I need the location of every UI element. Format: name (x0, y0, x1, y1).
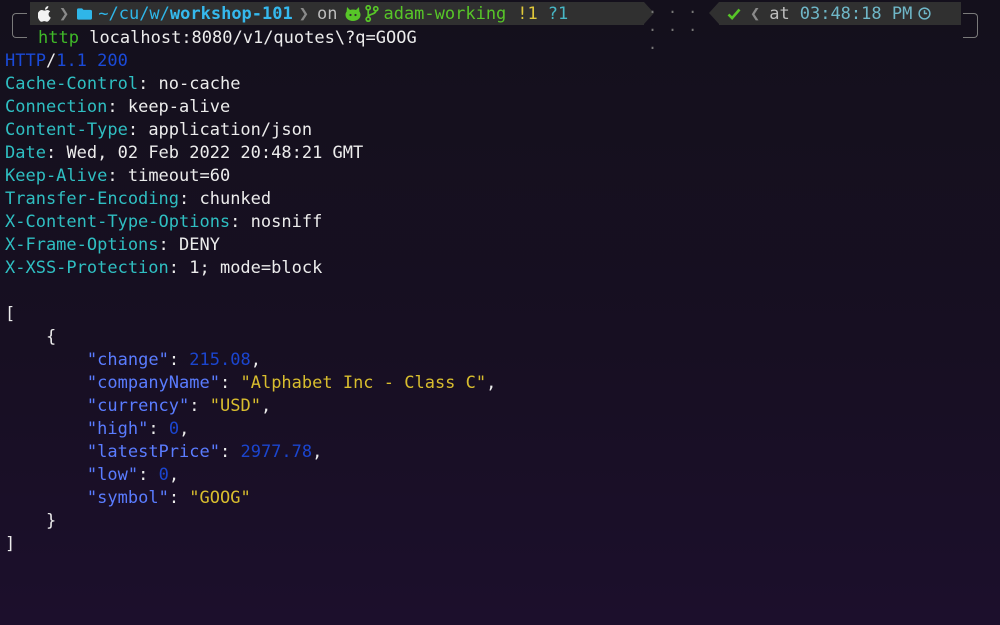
git-branch-icon (365, 5, 380, 22)
folder-icon (77, 7, 93, 20)
json-value: 0 (158, 465, 169, 485)
header-line: Transfer-Encoding: chunked (5, 189, 272, 209)
header-value: Wed, 02 Feb 2022 20:48:21 GMT (66, 143, 364, 163)
header-line: Date: Wed, 02 Feb 2022 20:48:21 GMT (5, 143, 364, 163)
header-key: Date (5, 143, 46, 163)
header-value: nosniff (250, 212, 323, 232)
prompt-separator: ❮ (750, 3, 761, 24)
json-array-close: ] (5, 534, 16, 554)
json-field: "latestPrice": 2977.78, (86, 442, 323, 462)
json-field: "companyName": "Alphabet Inc - Class C", (86, 373, 497, 393)
json-key: low (97, 465, 128, 485)
header-value: chunked (199, 189, 272, 209)
json-value: 215.08 (189, 350, 251, 370)
prompt-at-label: at (769, 3, 790, 24)
json-value: 0 (168, 419, 180, 439)
header-value: no-cache (158, 74, 241, 94)
json-key: symbol (97, 488, 159, 508)
status-line: HTTP/1.1 200 (5, 51, 128, 71)
json-key: currency (97, 396, 180, 416)
status-code: 200 (97, 51, 128, 71)
prompt-separator: ❯ (59, 3, 70, 24)
header-key: X-Frame-Options (5, 235, 159, 255)
json-array-open: [ (5, 304, 16, 324)
shell-prompt: ❯ ~/cu/w/workshop-101 ❯ on adam-working … (0, 0, 1000, 57)
git-branch-name: adam-working (383, 3, 507, 24)
header-value: timeout=60 (127, 166, 231, 186)
header-line: Connection: keep-alive (5, 97, 231, 117)
json-key: high (97, 419, 139, 439)
header-line: X-XSS-Protection: 1; mode=block (5, 258, 323, 278)
header-key: X-XSS-Protection (5, 258, 169, 278)
check-icon (727, 8, 741, 20)
json-object-open: { (5, 327, 57, 347)
header-line: X-Content-Type-Options: nosniff (5, 212, 323, 232)
json-object-close: } (5, 511, 57, 531)
command-line: http localhost:8080/v1/quotes\?q=GOOG (5, 27, 1000, 50)
github-icon (345, 6, 361, 21)
prompt-path: ~/cu/w/ (98, 3, 170, 24)
header-key: X-Content-Type-Options (5, 212, 231, 232)
header-line: Keep-Alive: timeout=60 (5, 166, 231, 186)
header-key: Cache-Control (5, 74, 139, 94)
json-field: "symbol": "GOOG" (86, 488, 251, 508)
status-version: 1.1 (56, 51, 87, 71)
json-value: GOOG (199, 488, 241, 508)
json-key: companyName (97, 373, 210, 393)
status-protocol: HTTP (5, 51, 46, 71)
prompt-on-label: on (316, 3, 338, 24)
git-modified-count: !1 (517, 3, 538, 24)
json-key: latestPrice (97, 442, 210, 462)
prompt-frame-right (963, 13, 978, 28)
clock-icon (918, 7, 931, 20)
prompt-right-segment: ❮ at 03:48:18 PM (709, 2, 961, 25)
header-line: X-Frame-Options: DENY (5, 235, 220, 255)
header-key: Keep-Alive (5, 166, 108, 186)
command-args: localhost:8080/v1/quotes\?q=GOOG (89, 28, 417, 48)
header-value: 1; mode=block (189, 258, 323, 278)
json-field: "low": 0, (86, 465, 180, 485)
header-value: keep-alive (127, 97, 231, 117)
json-value: Alphabet Inc - Class C (250, 373, 476, 393)
json-field: "change": 215.08, (86, 350, 261, 370)
prompt-left-segment: ❯ ~/cu/w/workshop-101 ❯ on adam-working … (30, 2, 654, 25)
json-value: 2977.78 (240, 442, 313, 462)
prompt-dir: workshop-101 (169, 3, 293, 24)
header-key: Content-Type (5, 120, 128, 140)
command-program: http (38, 28, 79, 48)
prompt-frame-left (12, 13, 27, 28)
header-value: application/json (148, 120, 313, 140)
header-value: DENY (179, 235, 220, 255)
prompt-separator: ❯ (298, 3, 309, 24)
header-line: Content-Type: application/json (5, 120, 313, 140)
header-key: Connection (5, 97, 108, 117)
json-field: "high": 0, (86, 419, 190, 439)
prompt-time: 03:48:18 PM (799, 3, 913, 24)
json-field: "currency": "USD", (86, 396, 272, 416)
json-value: USD (220, 396, 251, 416)
apple-icon (38, 5, 51, 22)
terminal-output: http localhost:8080/v1/quotes\?q=GOOG HT… (5, 27, 1000, 556)
header-line: Cache-Control: no-cache (5, 74, 241, 94)
header-key: Transfer-Encoding (5, 189, 179, 209)
json-key: change (97, 350, 159, 370)
git-untracked-count: ?1 (547, 3, 569, 24)
